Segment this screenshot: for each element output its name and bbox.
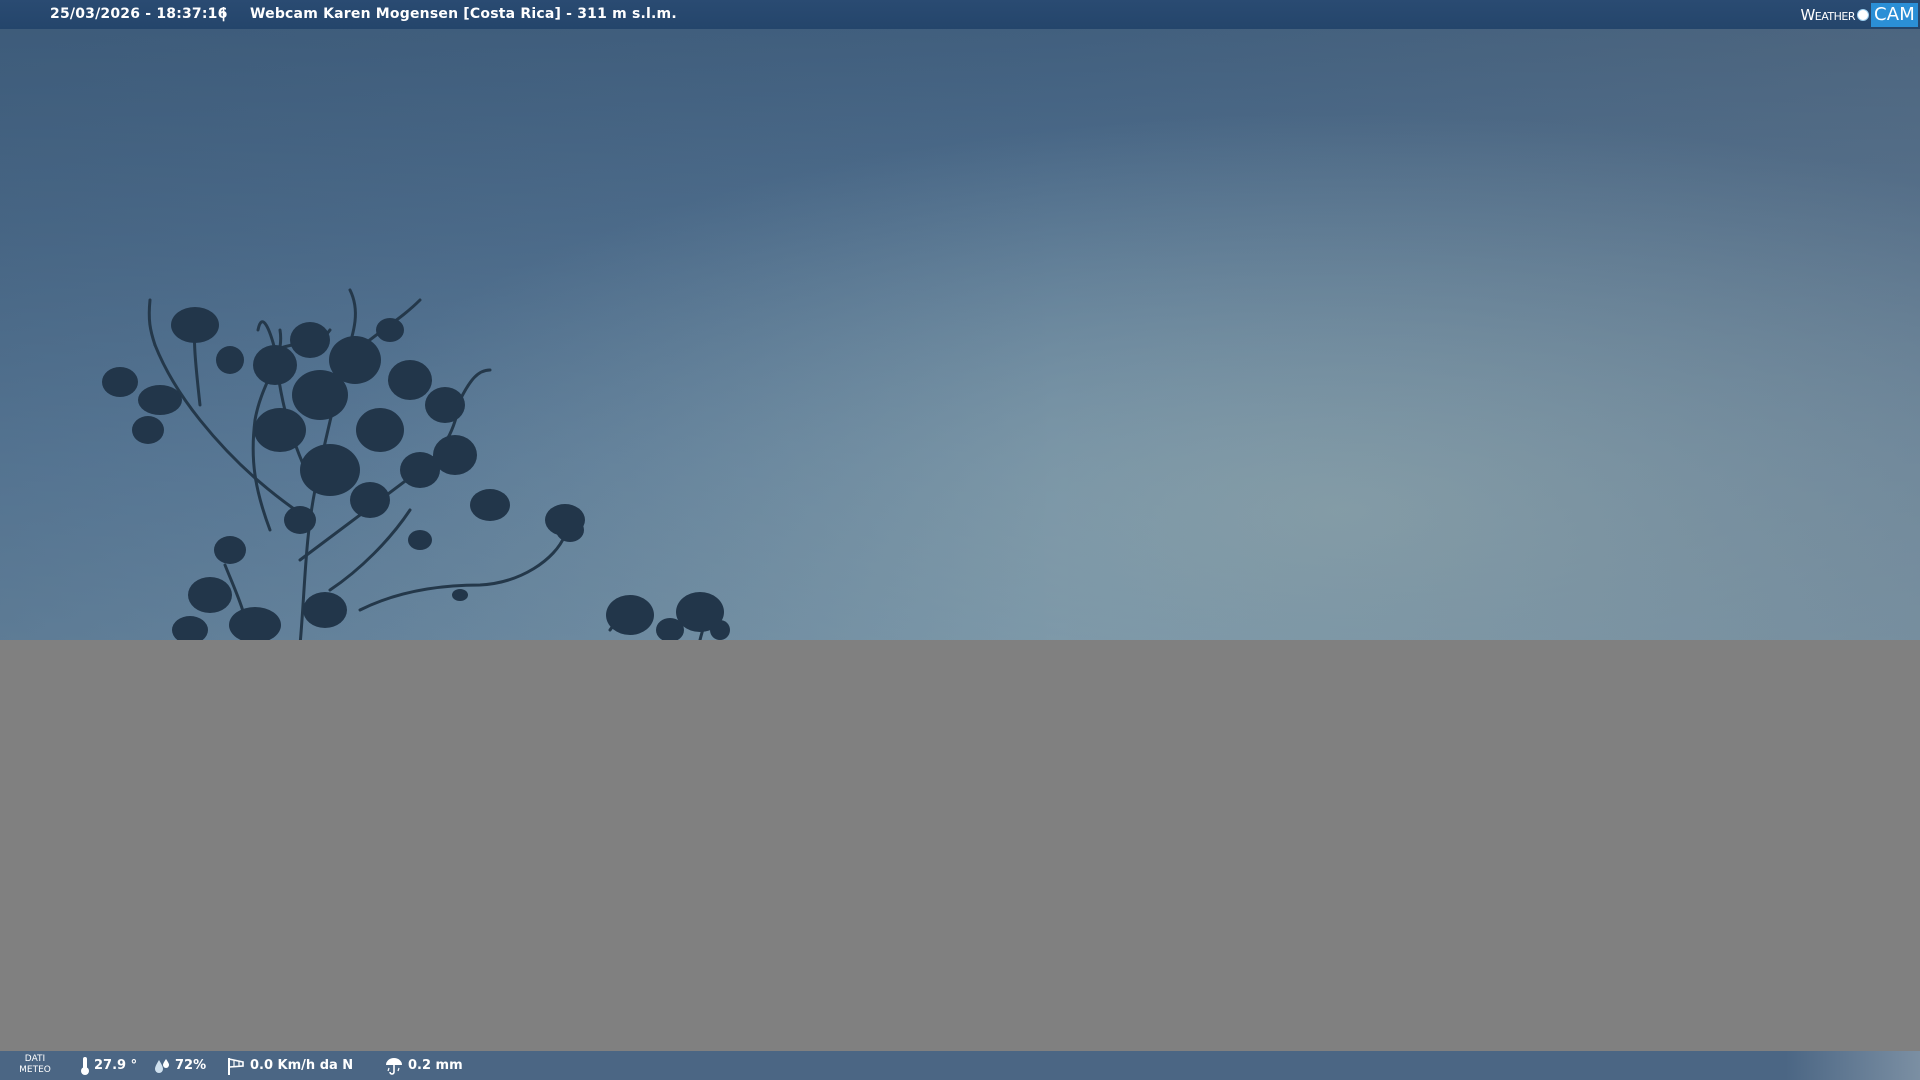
weather-data-bar: DATI METEO 27.9 ° 72% 0.0 Km/h da N 0.2 … [0, 1051, 1920, 1080]
wind-reading: 0.0 Km/h da N [226, 1051, 353, 1080]
humidity-drops-icon [155, 1058, 169, 1073]
weathercam-logo: Weather CAM [1800, 3, 1918, 27]
humidity-value: 72% [175, 1058, 207, 1073]
humidity-reading: 72% [153, 1051, 206, 1080]
title-separator: | [221, 6, 227, 22]
capture-datetime: 25/03/2026 - 18:37:16 [50, 6, 228, 22]
logo-cam-text: CAM [1870, 3, 1918, 27]
temperature-value: 27.9 ° [94, 1058, 138, 1073]
logo-dot-icon [1856, 9, 1869, 21]
rain-reading: 0.2 mm [384, 1051, 463, 1080]
webcam-frame: 25/03/2026 - 18:37:16 | Webcam Karen Mog… [0, 0, 1920, 1080]
temperature-reading: 27.9 ° [80, 1051, 137, 1080]
top-info-bar: 25/03/2026 - 18:37:16 | Webcam Karen Mog… [0, 0, 1920, 29]
rain-gauge-icon [386, 1057, 402, 1075]
meteo-label: DATI METEO [19, 1054, 51, 1075]
webcam-title: Webcam Karen Mogensen [Costa Rica] - 311… [250, 6, 677, 22]
wind-value: 0.0 Km/h da N [250, 1058, 354, 1073]
thermometer-icon [81, 1056, 89, 1075]
privacy-mask [0, 640, 1920, 1051]
logo-weather-text: Weather [1800, 6, 1855, 24]
wind-sock-icon [228, 1057, 244, 1075]
rain-value: 0.2 mm [408, 1058, 463, 1073]
tree-silhouette [102, 288, 730, 647]
